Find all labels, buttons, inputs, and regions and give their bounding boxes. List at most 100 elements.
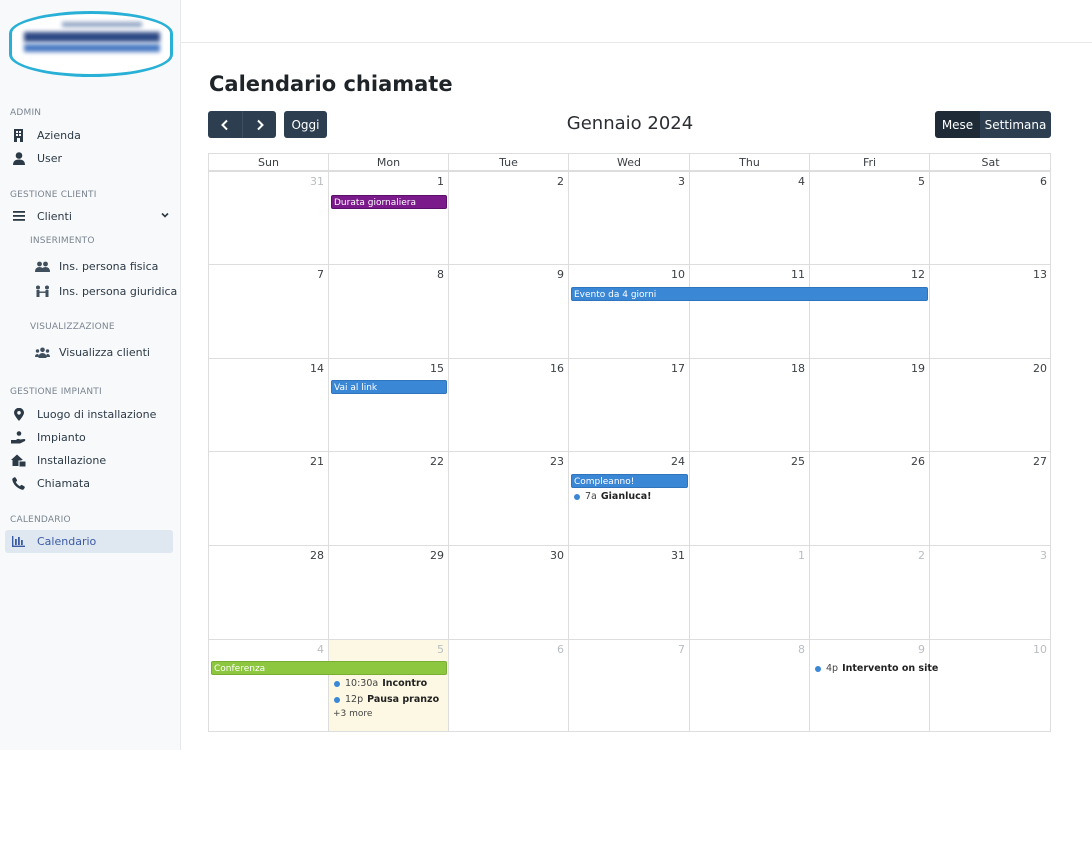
day-number[interactable]: 16 — [550, 362, 564, 375]
day-cell[interactable]: 8 — [689, 639, 809, 732]
day-cell[interactable]: 6 — [448, 639, 568, 732]
day-cell[interactable]: 3 — [568, 171, 689, 264]
event-vai-al-link[interactable]: Vai al link — [331, 380, 447, 394]
next-button[interactable] — [242, 111, 276, 138]
day-number[interactable]: 20 — [1033, 362, 1047, 375]
chevron-down-icon[interactable] — [160, 210, 170, 220]
event-incontro[interactable]: 10:30a Incontro — [334, 678, 427, 689]
day-number[interactable]: 4 — [317, 643, 324, 656]
day-number[interactable]: 6 — [1040, 175, 1047, 188]
event-durata-giornaliera[interactable]: Durata giornaliera — [331, 195, 447, 209]
sidebar-item-calendario[interactable]: Calendario — [5, 530, 173, 553]
day-cell[interactable]: 2 — [809, 545, 929, 639]
day-number[interactable]: 21 — [310, 455, 324, 468]
day-cell[interactable]: 26 — [809, 451, 929, 545]
event-intervento-on-site[interactable]: 4p Intervento on site — [815, 663, 938, 674]
event-compleanno[interactable]: Compleanno! — [571, 474, 688, 488]
day-number[interactable]: 3 — [1040, 549, 1047, 562]
sidebar-item-clienti[interactable]: Clienti — [10, 206, 72, 226]
day-cell[interactable]: 1 — [689, 545, 809, 639]
day-number[interactable]: 9 — [557, 268, 564, 281]
week-view-button[interactable]: Settimana — [980, 111, 1051, 138]
day-cell[interactable]: 9 — [448, 264, 568, 358]
day-number[interactable]: 31 — [671, 549, 685, 562]
day-number[interactable]: 8 — [437, 268, 444, 281]
day-cell[interactable]: 18 — [689, 358, 809, 451]
sidebar-item-ins-persona-fisica[interactable]: Ins. persona fisica — [35, 256, 158, 276]
day-cell[interactable]: 29 — [328, 545, 448, 639]
day-cell[interactable]: 7 — [568, 639, 689, 732]
day-number[interactable]: 7 — [678, 643, 685, 656]
day-cell[interactable]: 4 — [689, 171, 809, 264]
day-cell[interactable]: 4 — [208, 639, 328, 732]
company-logo[interactable] — [9, 11, 173, 77]
day-cell[interactable]: 28 — [208, 545, 328, 639]
day-cell[interactable]: 17 — [568, 358, 689, 451]
day-cell[interactable]: 12 — [809, 264, 929, 358]
day-cell[interactable]: 31 — [208, 171, 328, 264]
day-cell[interactable]: 2 — [448, 171, 568, 264]
day-cell[interactable]: 19 — [809, 358, 929, 451]
day-number[interactable]: 9 — [918, 643, 925, 656]
day-cell[interactable]: 27 — [929, 451, 1051, 545]
sidebar-item-azienda[interactable]: Azienda — [10, 125, 81, 145]
day-number[interactable]: 15 — [430, 362, 444, 375]
sidebar-item-visualizza-clienti[interactable]: Visualizza clienti — [35, 342, 150, 362]
event-pausa-pranzo[interactable]: 12p Pausa pranzo — [334, 694, 439, 705]
day-number[interactable]: 31 — [310, 175, 324, 188]
day-cell[interactable]: 8 — [328, 264, 448, 358]
day-number[interactable]: 13 — [1033, 268, 1047, 281]
day-cell[interactable]: 31 — [568, 545, 689, 639]
day-number[interactable]: 24 — [671, 455, 685, 468]
day-number[interactable]: 26 — [911, 455, 925, 468]
day-number[interactable]: 23 — [550, 455, 564, 468]
day-cell[interactable]: 10 — [568, 264, 689, 358]
day-cell[interactable]: 15 — [328, 358, 448, 451]
day-cell[interactable]: 11 — [689, 264, 809, 358]
sidebar-item-installazione[interactable]: Installazione — [10, 450, 106, 470]
day-number[interactable]: 3 — [678, 175, 685, 188]
day-number[interactable]: 6 — [557, 643, 564, 656]
day-cell[interactable]: 20 — [929, 358, 1051, 451]
day-number[interactable]: 22 — [430, 455, 444, 468]
day-number[interactable]: 17 — [671, 362, 685, 375]
day-cell[interactable]: 1 — [328, 171, 448, 264]
sidebar-item-impianto[interactable]: Impianto — [10, 427, 86, 447]
day-cell[interactable]: 6 — [929, 171, 1051, 264]
day-number[interactable]: 25 — [791, 455, 805, 468]
day-number[interactable]: 2 — [557, 175, 564, 188]
event-gianluca[interactable]: 7a Gianluca! — [574, 491, 652, 502]
day-cell[interactable]: 14 — [208, 358, 328, 451]
sidebar-item-chiamata[interactable]: Chiamata — [10, 473, 90, 493]
day-number[interactable]: 4 — [798, 175, 805, 188]
day-number[interactable]: 8 — [798, 643, 805, 656]
day-number[interactable]: 19 — [911, 362, 925, 375]
day-cell[interactable]: 3 — [929, 545, 1051, 639]
sidebar-item-user[interactable]: User — [10, 148, 62, 168]
more-events-link[interactable]: +3 more — [333, 709, 372, 719]
event-evento-4-giorni[interactable]: Evento da 4 giorni — [571, 287, 928, 301]
day-number[interactable]: 27 — [1033, 455, 1047, 468]
day-cell[interactable]: 25 — [689, 451, 809, 545]
day-cell[interactable]: 5 — [809, 171, 929, 264]
sidebar-item-luogo-installazione[interactable]: Luogo di installazione — [10, 404, 156, 424]
day-cell[interactable]: 9 — [809, 639, 929, 732]
day-number[interactable]: 29 — [430, 549, 444, 562]
day-number[interactable]: 1 — [798, 549, 805, 562]
day-cell[interactable]: 10 — [929, 639, 1051, 732]
sidebar-item-ins-persona-giuridica[interactable]: Ins. persona giuridica — [35, 281, 177, 301]
day-number[interactable]: 11 — [791, 268, 805, 281]
day-number[interactable]: 12 — [911, 268, 925, 281]
day-number[interactable]: 28 — [310, 549, 324, 562]
day-number[interactable]: 18 — [791, 362, 805, 375]
prev-button[interactable] — [208, 111, 242, 138]
day-cell[interactable]: 13 — [929, 264, 1051, 358]
day-number[interactable]: 7 — [317, 268, 324, 281]
day-cell[interactable]: 30 — [448, 545, 568, 639]
day-number[interactable]: 2 — [918, 549, 925, 562]
day-number[interactable]: 5 — [437, 643, 444, 656]
day-number[interactable]: 10 — [1033, 643, 1047, 656]
today-button[interactable]: Oggi — [284, 111, 327, 138]
day-number[interactable]: 30 — [550, 549, 564, 562]
day-cell[interactable]: 21 — [208, 451, 328, 545]
